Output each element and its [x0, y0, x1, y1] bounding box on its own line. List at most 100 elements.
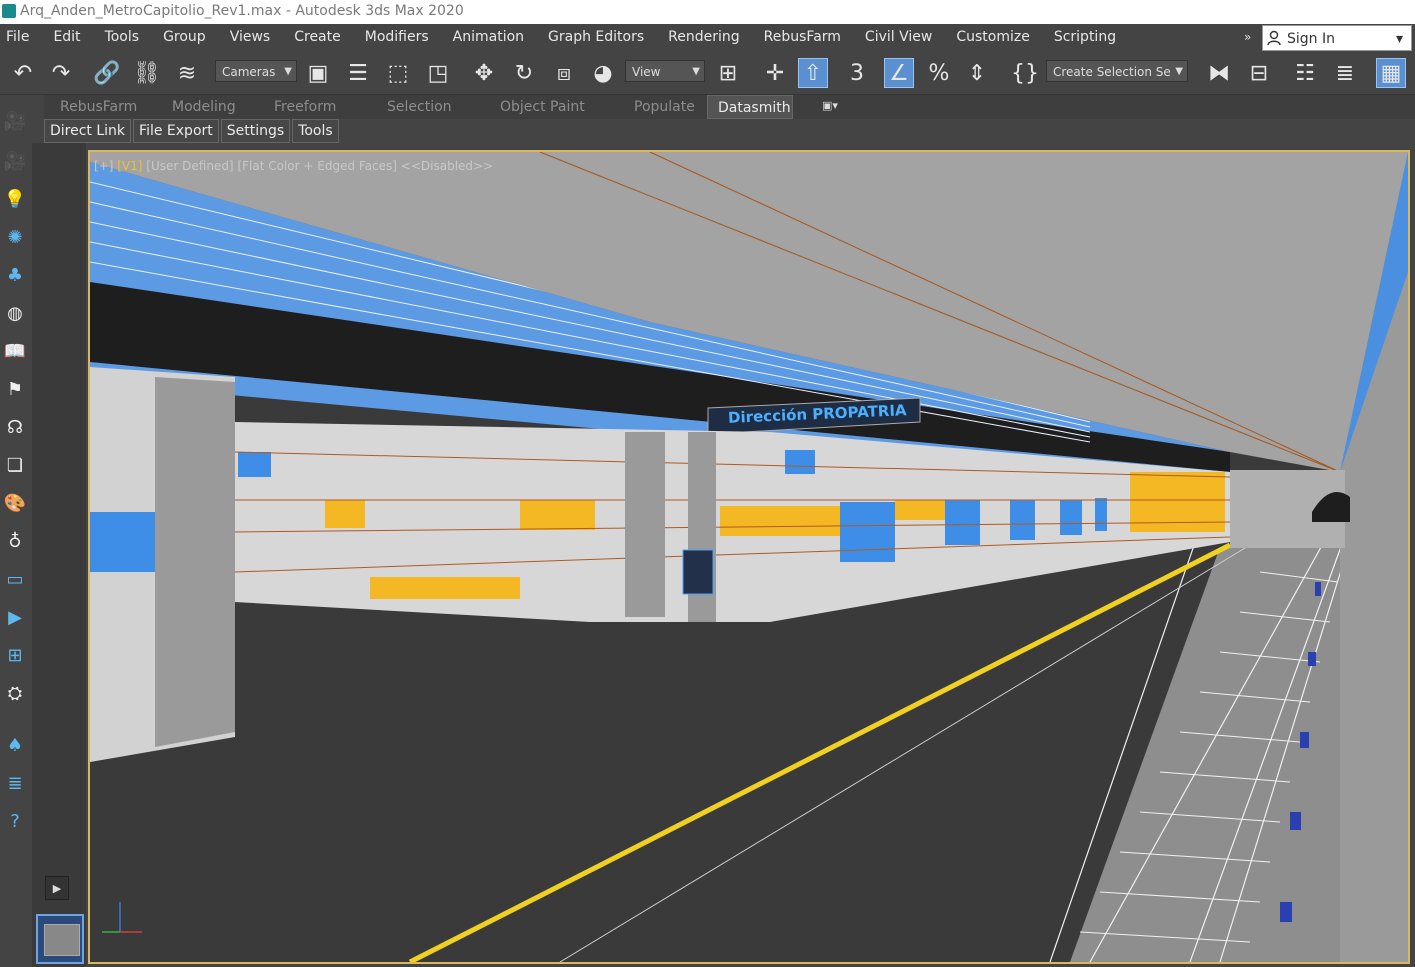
move-icon[interactable]: ✥: [469, 58, 499, 88]
sign-in-dropdown[interactable]: Sign In ▾: [1262, 25, 1412, 51]
pivot-center-icon[interactable]: ⊞: [713, 58, 743, 88]
named-selection-dropdown[interactable]: Create Selection Se ▼: [1046, 60, 1188, 82]
sun-icon[interactable]: ✺: [1, 223, 29, 251]
menu-civil-view[interactable]: Civil View: [857, 24, 948, 51]
named-selection-value: Create Selection Se: [1053, 65, 1171, 79]
spinner-snap-icon[interactable]: ⇕: [962, 58, 992, 88]
help-icon[interactable]: ?: [1, 807, 29, 835]
scene-render: [90, 152, 1408, 962]
toggle-ribbon-icon[interactable]: ▦: [1376, 58, 1406, 88]
lightbulb-outline-icon[interactable]: ♁: [1, 527, 29, 555]
scale-icon[interactable]: ⧈: [549, 58, 579, 88]
select-object-icon[interactable]: ▣: [303, 58, 333, 88]
viewport-layout-tab-bar: [32, 143, 86, 967]
menu-overflow-icon[interactable]: »: [1244, 24, 1251, 51]
frame-icon[interactable]: ▭: [1, 565, 29, 593]
tab-rebusfarm[interactable]: RebusFarm: [60, 95, 137, 119]
forest-icon[interactable]: ♠: [1, 731, 29, 759]
perspective-viewport[interactable]: [+] [V1] [User Defined] [Flat Color + Ed…: [88, 150, 1410, 964]
menu-create[interactable]: Create: [286, 24, 357, 51]
percent-snap-icon[interactable]: %: [924, 58, 954, 88]
undo-icon[interactable]: ↶: [8, 58, 38, 88]
viewport-label[interactable]: [+] [V1] [User Defined] [Flat Color + Ed…: [94, 159, 493, 173]
expand-layouts-button[interactable]: ▶: [45, 876, 69, 900]
subtab-file-export[interactable]: File Export: [133, 119, 219, 143]
menu-rebusfarm[interactable]: RebusFarm: [756, 24, 857, 51]
chevron-down-icon: ▾: [1395, 31, 1403, 47]
title-bar: Arq_Anden_MetroCapitolio_Rev1.max - Auto…: [0, 0, 1415, 24]
subtab-settings[interactable]: Settings: [220, 119, 291, 143]
chevron-down-icon: ▼: [284, 66, 292, 77]
camera-icon[interactable]: 🎥: [1, 107, 29, 135]
tab-datasmith[interactable]: Datasmith: [707, 95, 793, 119]
menu-views[interactable]: Views: [222, 24, 287, 51]
book-icon[interactable]: 📖: [1, 337, 29, 365]
tab-freeform[interactable]: Freeform: [274, 95, 336, 119]
ribbon-tabs: RebusFarm Modeling Freeform Selection Ob…: [44, 95, 1415, 119]
layers-icon[interactable]: ❏: [1, 451, 29, 479]
menu-group[interactable]: Group: [155, 24, 222, 51]
align-icon[interactable]: ⊟: [1244, 58, 1274, 88]
reference-coord-value: View: [632, 65, 661, 79]
selection-filter-dropdown[interactable]: Cameras ▼: [215, 60, 297, 82]
subtab-tools[interactable]: Tools: [292, 119, 339, 143]
camera-icon[interactable]: 🎥: [1, 147, 29, 175]
scene-explorer-icon[interactable]: ☷: [1290, 58, 1320, 88]
app-logo-icon: [2, 4, 16, 18]
rotate-icon[interactable]: ↻: [509, 58, 539, 88]
menu-file[interactable]: File: [0, 24, 45, 51]
sign-in-label: Sign In: [1287, 31, 1335, 47]
unlink-icon[interactable]: ⛓: [132, 58, 162, 88]
menu-modifiers[interactable]: Modifiers: [357, 24, 445, 51]
paint-icon[interactable]: ◍: [1, 299, 29, 327]
viewport-add-icon[interactable]: ⊞: [1, 641, 29, 669]
reference-coord-dropdown[interactable]: View ▼: [625, 60, 705, 82]
viewport-disabled-label[interactable]: <<Disabled>>: [401, 159, 493, 173]
selection-filter-value: Cameras: [222, 65, 276, 79]
menu-customize[interactable]: Customize: [948, 24, 1046, 51]
viewport-layout-tray-button[interactable]: [36, 914, 84, 964]
window-title: Arq_Anden_MetroCapitolio_Rev1.max - Auto…: [20, 3, 464, 19]
palette-icon[interactable]: 🎨: [1, 489, 29, 517]
select-manipulate-icon[interactable]: ✛: [760, 58, 790, 88]
tab-selection[interactable]: Selection: [387, 95, 452, 119]
bind-space-warp-icon[interactable]: ≋: [172, 58, 202, 88]
menu-scripting[interactable]: Scripting: [1046, 24, 1132, 51]
helicopter-icon[interactable]: ⛭: [1, 679, 29, 707]
menu-tools[interactable]: Tools: [97, 24, 156, 51]
edit-named-selection-icon[interactable]: {}: [1010, 58, 1040, 88]
menu-bar: File Edit Tools Group Views Create Modif…: [0, 24, 1415, 51]
snaps-toggle-icon[interactable]: 3: [842, 58, 872, 88]
select-by-name-icon[interactable]: ☰: [343, 58, 373, 88]
list-icon[interactable]: ≣: [1, 769, 29, 797]
dome-icon[interactable]: ☊: [1, 413, 29, 441]
place-icon[interactable]: ◕: [588, 58, 618, 88]
menu-rendering[interactable]: Rendering: [660, 24, 756, 51]
viewport-menu-label[interactable]: [+]: [94, 159, 113, 173]
main-toolbar: ↶ ↷ 🔗 ⛓ ≋ Cameras ▼ ▣ ☰ ⬚ ◳ ✥ ↻ ⧈ ◕ View ▼…: [0, 51, 1415, 95]
ribbon-options-icon[interactable]: ▣▾: [822, 99, 848, 115]
menu-graph-editors[interactable]: Graph Editors: [540, 24, 660, 51]
command-strip: 🎥 🎥 💡 ✺ ♣ ◍ 📖 ⚑ ☊ ❏ 🎨 ♁ ▭ ▶ ⊞ ⛭ ♠ ≣ ?: [0, 95, 32, 967]
tree-icon[interactable]: ♣: [1, 261, 29, 289]
mirror-icon[interactable]: ⧓: [1204, 58, 1234, 88]
viewport-camera-label[interactable]: [V1]: [117, 159, 142, 173]
tab-object-paint[interactable]: Object Paint: [500, 95, 585, 119]
viewport-view-label[interactable]: [User Defined]: [146, 159, 233, 173]
window-crossing-icon[interactable]: ◳: [423, 58, 453, 88]
keyboard-shortcut-override-icon[interactable]: ⇧: [798, 58, 828, 88]
subtab-direct-link[interactable]: Direct Link: [44, 119, 132, 143]
redo-icon[interactable]: ↷: [46, 58, 76, 88]
spray-icon[interactable]: ⚑: [1, 375, 29, 403]
render-frame-icon[interactable]: ▶: [1, 603, 29, 631]
menu-animation[interactable]: Animation: [445, 24, 540, 51]
tab-populate[interactable]: Populate: [634, 95, 695, 119]
menu-edit[interactable]: Edit: [45, 24, 96, 51]
tab-modeling[interactable]: Modeling: [172, 95, 236, 119]
viewport-shading-label[interactable]: [Flat Color + Edged Faces]: [237, 159, 397, 173]
link-icon[interactable]: 🔗: [92, 58, 122, 88]
rect-selection-icon[interactable]: ⬚: [383, 58, 413, 88]
light-bulb-icon[interactable]: 💡: [1, 185, 29, 213]
layer-explorer-icon[interactable]: ≣: [1330, 58, 1360, 88]
angle-snap-icon[interactable]: ∠: [884, 58, 914, 88]
